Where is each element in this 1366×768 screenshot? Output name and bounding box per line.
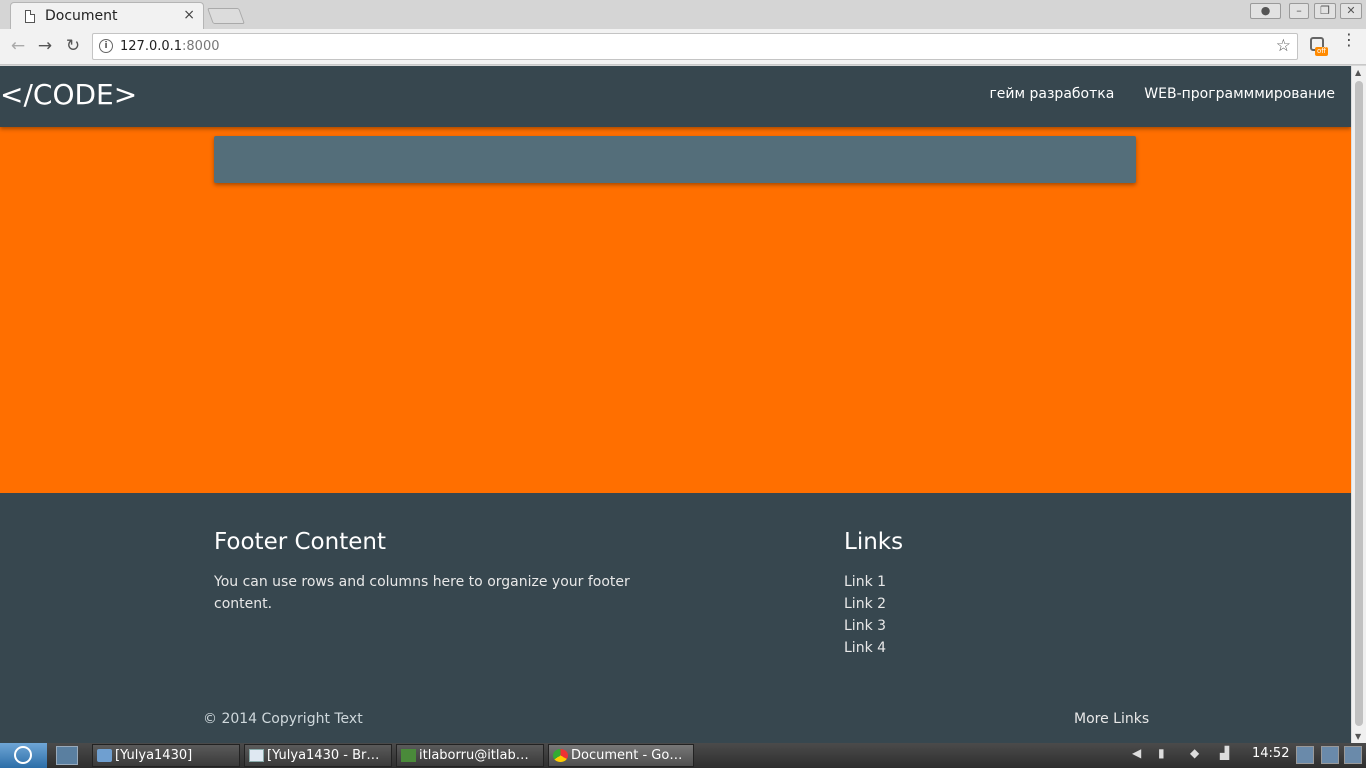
tab-strip: Document × ● – ❐ ✕ (0, 0, 1366, 29)
brand-logo[interactable]: </CODE> (0, 78, 137, 111)
copyright-text: © 2014 Copyright Text (203, 711, 363, 727)
more-links-link[interactable]: More Links (1074, 711, 1149, 727)
taskbar-item-chrome[interactable]: Document - Go… (548, 744, 694, 767)
footer-links-title: Links (844, 529, 904, 555)
battery-icon[interactable]: ▮ (1158, 746, 1165, 760)
browser-toolbar: ← → ↻ i 127.0.0.1:8000 ☆ off ⋮ (0, 29, 1366, 65)
task-label: itlaborru@itlab… (419, 748, 529, 763)
extension-badge: off (1315, 47, 1329, 56)
minimize-button[interactable]: – (1289, 3, 1309, 19)
nav-link-webdev[interactable]: WEB-программмирование (1144, 86, 1335, 102)
arrow-left-icon[interactable]: ◀ (1132, 746, 1141, 760)
reload-icon[interactable]: ↻ (62, 36, 84, 56)
signal-icon[interactable]: ▟ (1220, 746, 1229, 760)
browser-tab[interactable]: Document × (10, 2, 204, 29)
page-icon (25, 10, 35, 23)
maximize-button[interactable]: ❐ (1314, 3, 1336, 19)
start-menu-button[interactable] (0, 743, 47, 768)
url-port: :8000 (182, 39, 220, 54)
page-viewport: </CODE> гейм разработка WEB-программмиро… (0, 66, 1351, 743)
footer-link-4[interactable]: Link 4 (844, 640, 886, 656)
url-host: 127.0.0.1 (120, 39, 183, 54)
scroll-up-icon[interactable]: ▲ (1355, 68, 1361, 77)
close-window-button[interactable]: ✕ (1340, 3, 1362, 19)
chrome-icon (553, 749, 568, 762)
info-icon[interactable]: i (99, 39, 113, 53)
footer-copyright-bar: © 2014 Copyright Text More Links (0, 703, 1351, 743)
task-label: [Yulya1430] (115, 748, 193, 763)
star-icon[interactable]: ☆ (1276, 36, 1291, 56)
clock: 14:52 (1252, 746, 1290, 761)
footer-links-list: Link 1 Link 2 Link 3 Link 4 (844, 571, 886, 659)
list-item: Link 2 (844, 593, 886, 615)
address-bar[interactable]: i 127.0.0.1:8000 ☆ (92, 33, 1298, 60)
taskbar-item-terminal[interactable]: itlaborru@itlab… (396, 744, 544, 767)
extension-icon[interactable]: off (1310, 37, 1329, 56)
url-text[interactable]: 127.0.0.1:8000 (120, 39, 220, 54)
nav-link-gamedev[interactable]: гейм разработка (989, 86, 1114, 102)
taskbar-item-browser-folder[interactable]: [Yulya1430 - Br… (244, 744, 392, 767)
close-icon[interactable]: × (183, 7, 195, 23)
footer-content-title: Footer Content (214, 529, 386, 555)
site-navbar: </CODE> гейм разработка WEB-программмиро… (0, 66, 1351, 127)
task-label: [Yulya1430 - Br… (267, 748, 380, 763)
monitor-icon[interactable] (1321, 746, 1339, 764)
page-scrollbar[interactable]: ▲ ▼ (1351, 66, 1366, 743)
footer-link-1[interactable]: Link 1 (844, 574, 886, 590)
workspace-icon[interactable] (1296, 746, 1314, 764)
new-tab-icon[interactable] (207, 8, 245, 24)
scroll-down-icon[interactable]: ▼ (1355, 732, 1361, 741)
terminal-icon (401, 749, 416, 762)
content-card (214, 136, 1136, 183)
warning-icon[interactable] (1344, 746, 1362, 764)
show-desktop-icon[interactable] (56, 746, 78, 765)
menu-icon[interactable]: ⋮ (1341, 32, 1357, 48)
os-taskbar: [Yulya1430] [Yulya1430 - Br… itlaborru@i… (0, 743, 1366, 768)
profile-button[interactable]: ● (1250, 3, 1281, 19)
system-tray: ◀ ▮ ◆ ▟ (1128, 746, 1246, 765)
footer-text: You can use rows and columns here to org… (214, 574, 630, 612)
dropbox-icon[interactable]: ◆ (1190, 746, 1199, 760)
back-icon[interactable]: ← (7, 36, 29, 56)
list-item: Link 3 (844, 615, 886, 637)
scroll-thumb[interactable] (1355, 81, 1363, 726)
footer-link-2[interactable]: Link 2 (844, 596, 886, 612)
footer-link-3[interactable]: Link 3 (844, 618, 886, 634)
start-icon (14, 746, 32, 764)
nav-links: гейм разработка WEB-программмирование (989, 86, 1335, 102)
task-label: Document - Go… (571, 748, 683, 763)
list-item: Link 1 (844, 571, 886, 593)
page-footer: Footer Content You can use rows and colu… (0, 493, 1351, 743)
folder-icon (97, 749, 112, 762)
taskbar-item-folder[interactable]: [Yulya1430] (92, 744, 240, 767)
forward-icon[interactable]: → (34, 36, 56, 56)
window-icon (249, 749, 264, 762)
tab-title: Document (45, 8, 118, 24)
list-item: Link 4 (844, 637, 886, 659)
